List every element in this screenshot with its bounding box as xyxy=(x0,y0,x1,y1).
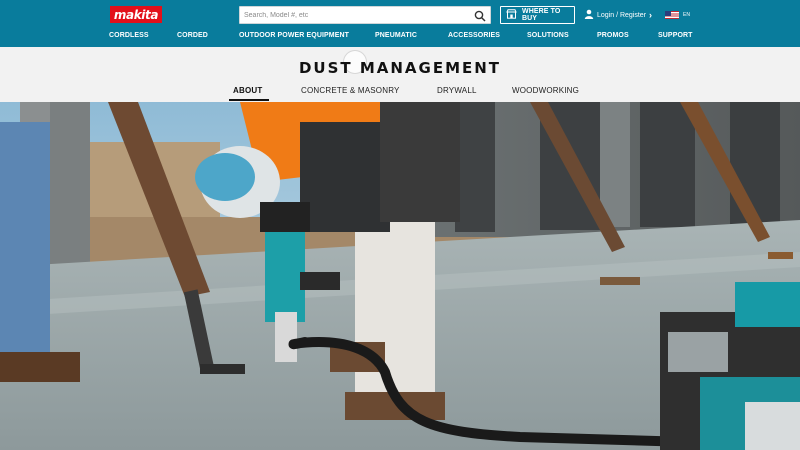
hero-illustration xyxy=(0,102,800,450)
nav-item-cordless[interactable]: CORDLESS xyxy=(109,32,149,39)
language-selector[interactable]: EN xyxy=(665,9,690,21)
site-header: makita WHERE TO BUY Login / Reg xyxy=(0,0,800,47)
logo-text: makita xyxy=(113,7,159,22)
makita-logo[interactable]: makita xyxy=(110,6,162,23)
page-title-bar: DUST MANAGEMENT ABOUT CONCRETE & MASONRY… xyxy=(0,47,800,102)
tab-about[interactable]: ABOUT xyxy=(233,86,262,95)
tab-concrete-masonry[interactable]: CONCRETE & MASONRY xyxy=(301,86,400,95)
hero-image xyxy=(0,102,800,450)
user-icon xyxy=(584,9,594,21)
search-box xyxy=(239,6,491,24)
nav-item-support[interactable]: SUPPORT xyxy=(658,32,693,39)
tab-woodworking[interactable]: WOODWORKING xyxy=(512,86,579,95)
nav-item-outdoor-power-equipment[interactable]: OUTDOOR POWER EQUIPMENT xyxy=(239,32,349,39)
language-code: EN xyxy=(683,12,690,18)
nav-item-solutions[interactable]: SOLUTIONS xyxy=(527,32,569,39)
active-tab-underline xyxy=(229,99,269,101)
where-to-buy-button[interactable]: WHERE TO BUY xyxy=(500,6,575,24)
page-title: DUST MANAGEMENT xyxy=(298,59,502,77)
where-to-buy-label: WHERE TO BUY xyxy=(522,8,561,22)
main-nav: CORDLESS CORDED OUTDOOR POWER EQUIPMENT … xyxy=(0,28,800,47)
nav-item-accessories[interactable]: ACCESSORIES xyxy=(448,32,500,39)
login-register-link[interactable]: Login / Register › xyxy=(584,8,652,22)
chevron-right-icon: › xyxy=(649,10,653,20)
login-register-label: Login / Register xyxy=(597,11,647,19)
search-icon[interactable] xyxy=(474,9,486,22)
nav-item-corded[interactable]: CORDED xyxy=(177,32,208,39)
nav-item-pneumatic[interactable]: PNEUMATIC xyxy=(375,32,417,39)
us-flag-icon xyxy=(665,11,679,19)
nav-item-promos[interactable]: PROMOS xyxy=(597,32,629,39)
section-tabs: ABOUT CONCRETE & MASONRY DRYWALL WOODWOR… xyxy=(0,85,800,102)
tab-drywall[interactable]: DRYWALL xyxy=(437,86,477,95)
search-input[interactable] xyxy=(244,7,469,23)
store-icon xyxy=(506,6,517,24)
